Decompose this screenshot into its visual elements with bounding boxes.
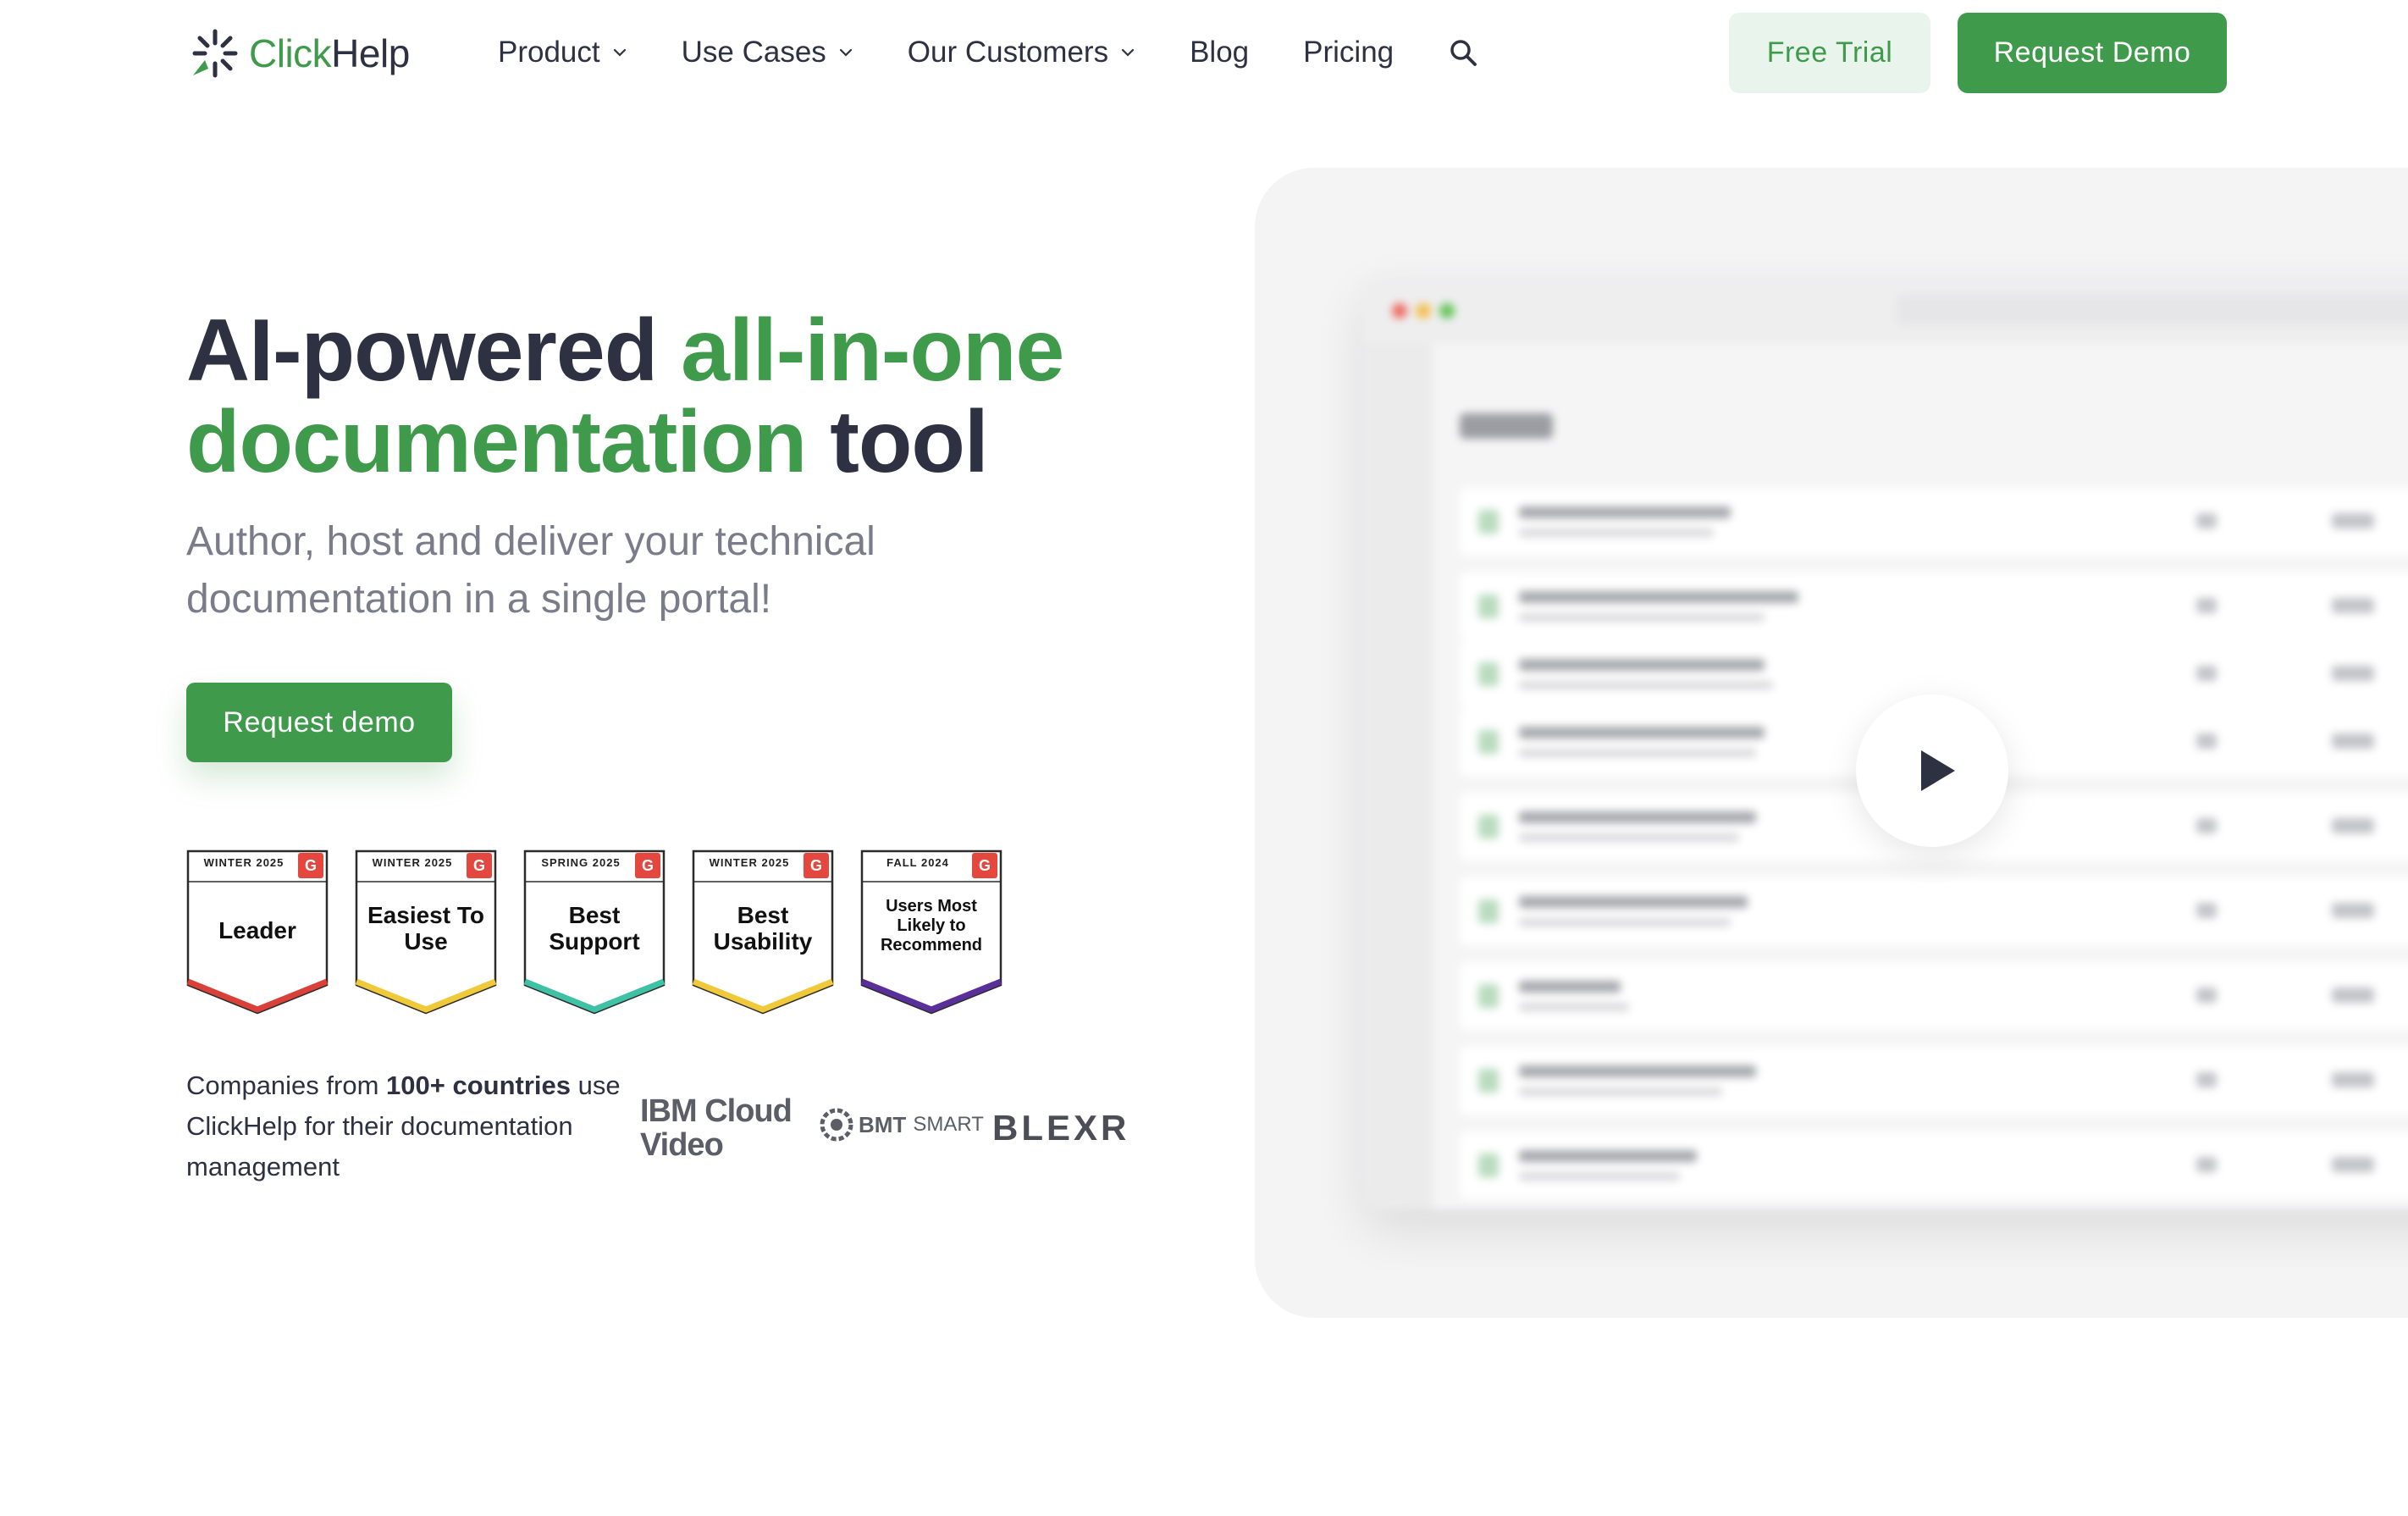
g2-badge-best-support: SPRING 2025 G Best Support: [523, 849, 666, 1015]
nav-item-our-customers[interactable]: Our Customers: [908, 36, 1135, 69]
bmt-globe-icon: [820, 1108, 853, 1142]
badge-season: WINTER 2025: [203, 856, 284, 869]
bmt-logo-light: SMART: [913, 1113, 984, 1136]
nav-item-label: Product: [498, 36, 600, 69]
chevron-down-icon: [1121, 48, 1135, 57]
nav-item-blog[interactable]: Blog: [1190, 36, 1249, 69]
g2-logo-icon: G: [804, 853, 829, 878]
badge-season: FALL 2024: [886, 856, 949, 869]
badge-title: Users Most Likely to Recommend: [880, 897, 983, 954]
bmt-smart-logo: BMT SMART: [818, 1106, 984, 1143]
g2-logo-icon: G: [298, 853, 323, 878]
hero-subtitle: Author, host and deliver your technical …: [186, 519, 875, 622]
badge-season: SPRING 2025: [541, 856, 621, 869]
play-icon: [1921, 750, 1955, 791]
g2-badge-best-usability: WINTER 2025 G Best Usability: [692, 849, 834, 1015]
ibm-logo-line: IBM Cloud: [640, 1093, 793, 1129]
companies-text: Companies from 100+ countries use ClickH…: [186, 1065, 627, 1187]
main-nav: Product Use Cases Our Customers Blog Pri…: [498, 25, 1478, 80]
bmt-logo-bold: BMT: [859, 1111, 907, 1137]
logo-text-help: Help: [331, 31, 410, 75]
search-icon[interactable]: [1448, 37, 1478, 68]
hero-title-part: AI-powered: [186, 302, 682, 400]
nav-item-use-cases[interactable]: Use Cases: [682, 36, 853, 69]
product-video-panel: [1255, 168, 2408, 1318]
nav-item-label: Blog: [1190, 36, 1250, 69]
badge-season: WINTER 2025: [372, 856, 453, 869]
badge-title: Best Usability: [713, 902, 813, 954]
g2-badge-easiest-to-use: WINTER 2025 G Easiest To Use: [355, 849, 497, 1015]
site-header: ClickHelp Product Use Cases Our Customer…: [0, 0, 2408, 105]
free-trial-button[interactable]: Free Trial: [1729, 13, 1930, 93]
nav-item-label: Our Customers: [907, 36, 1109, 69]
logo-burst-icon: [192, 29, 238, 78]
nav-item-label: Pricing: [1303, 36, 1395, 69]
request-demo-button[interactable]: Request Demo: [1958, 13, 2227, 93]
badge-title: Leader: [218, 917, 296, 943]
companies-count: 100+ countries: [386, 1071, 571, 1100]
badge-season: WINTER 2025: [709, 856, 790, 869]
chevron-down-icon: [839, 48, 852, 57]
g2-logo-icon: G: [972, 853, 997, 878]
g2-badge-leader: WINTER 2025 G Leader: [186, 849, 329, 1015]
chevron-down-icon: [613, 48, 626, 57]
clickhelp-logo[interactable]: ClickHelp: [186, 24, 410, 83]
play-video-button[interactable]: [1856, 694, 2008, 847]
nav-item-product[interactable]: Product: [498, 36, 627, 69]
hero-title-highlight: documentation: [186, 393, 807, 491]
hero-title-part: tool: [806, 393, 989, 491]
ibm-logo-line: Video: [640, 1127, 724, 1163]
hero-title-highlight: all-in-one: [681, 302, 1064, 400]
hero-request-demo-button[interactable]: Request demo: [186, 683, 452, 762]
logo-text-click: Click: [249, 31, 332, 75]
ibm-cloud-video-logo: IBM Cloud Video: [640, 1093, 793, 1163]
badge-title: Easiest To Use: [367, 902, 484, 954]
blexr-logo: BLEXR: [992, 1108, 1130, 1148]
g2-logo-icon: G: [635, 853, 660, 878]
hero-title: AI-powered all-in-one documentation tool: [186, 305, 1202, 488]
nav-item-label: Use Cases: [681, 36, 826, 69]
award-badges: WINTER 2025 G Leader WINTER 2025 G Easie…: [186, 849, 1029, 1015]
companies-text-part: Companies from: [186, 1071, 387, 1100]
g2-logo-icon: G: [467, 853, 492, 878]
nav-item-pricing[interactable]: Pricing: [1303, 36, 1394, 69]
badge-title: Best Support: [549, 902, 640, 954]
g2-badge-users-most-likely-to-recommend: FALL 2024 G Users Most Likely to Recomme…: [860, 849, 1002, 1015]
